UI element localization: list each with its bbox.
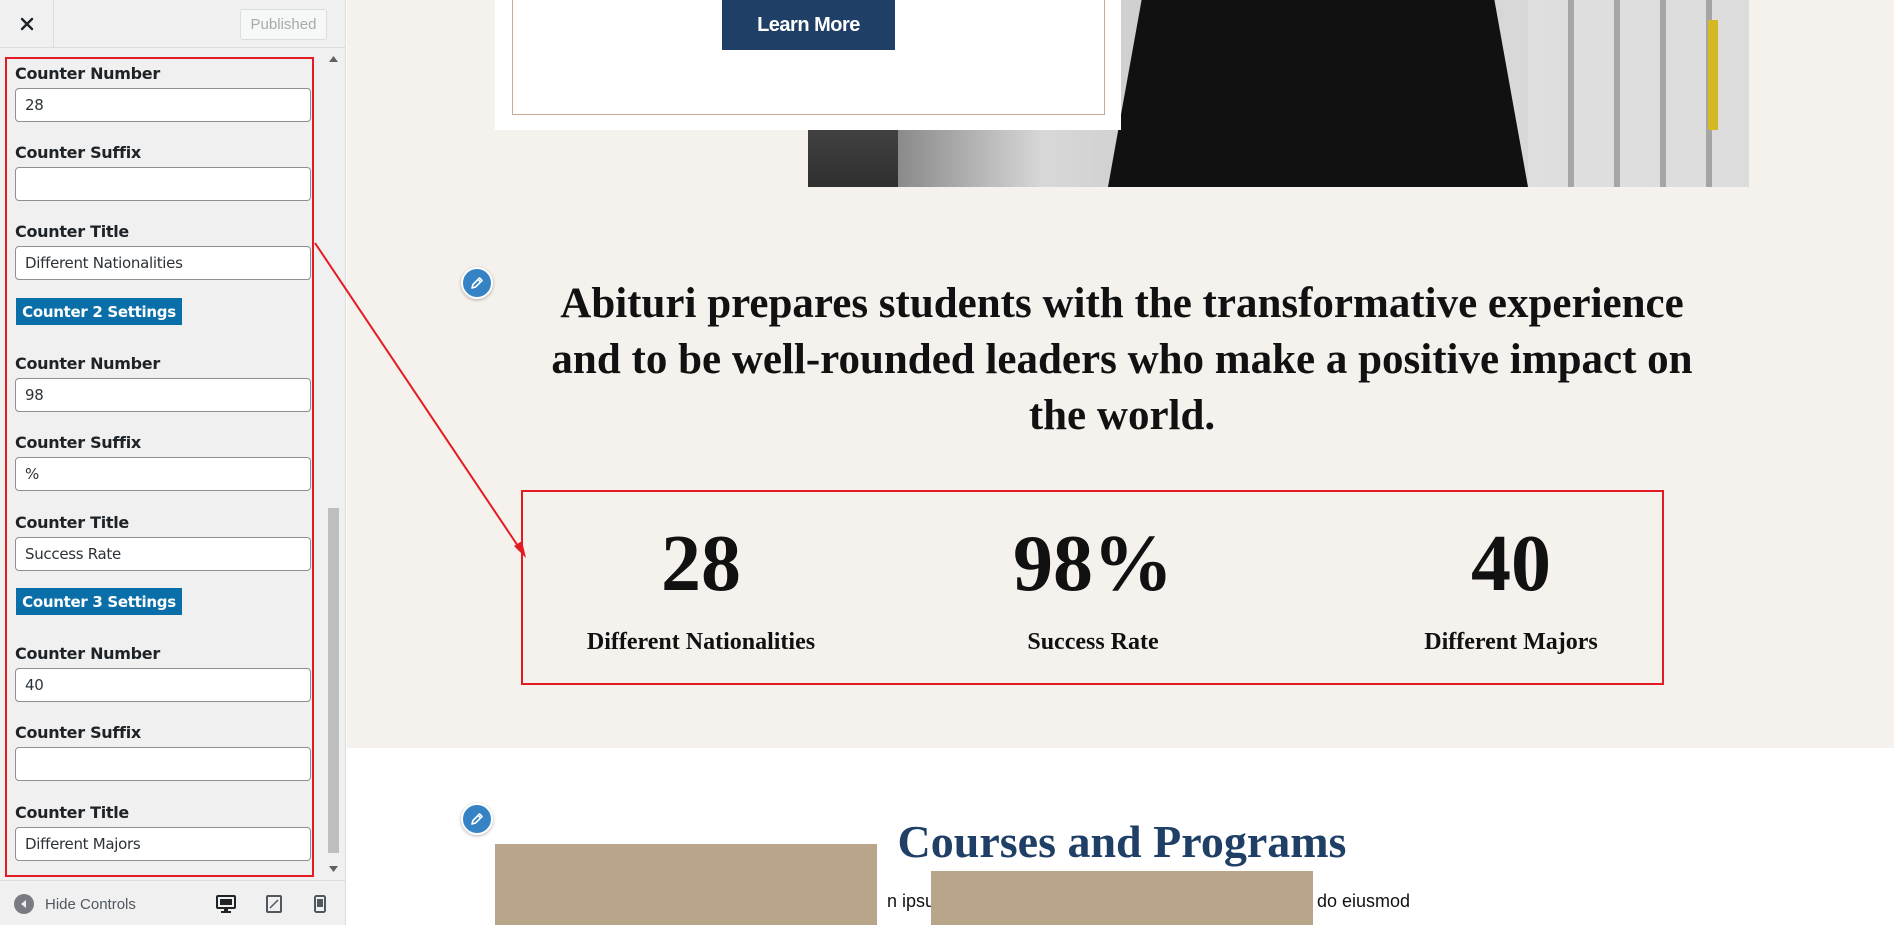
field-label: Counter Title	[15, 803, 129, 822]
courses-intro-text-right: do eiusmod	[1317, 891, 1411, 911]
sidebar-footer: Hide Controls	[0, 880, 345, 925]
counter-2-number-input[interactable]: 98	[15, 378, 311, 412]
field-label: Counter Suffix	[15, 433, 141, 452]
scroll-down-arrow-icon[interactable]	[325, 860, 342, 877]
counter-title: Different Nationalities	[586, 629, 816, 655]
desktop-icon	[216, 895, 236, 913]
collapse-icon	[14, 894, 34, 914]
pencil-icon	[471, 277, 483, 289]
tablet-icon	[266, 895, 282, 913]
field-label: Counter Suffix	[15, 723, 141, 742]
counter-number: 98%	[1013, 520, 1173, 608]
course-image-placeholder	[495, 844, 877, 925]
field-label: Counter Number	[15, 644, 160, 663]
tablet-preview-button[interactable]	[263, 893, 285, 915]
counter-settings-panel: Counter Number 28 Counter Suffix Counter…	[5, 57, 314, 877]
counter-3-settings-button[interactable]: Counter 3 Settings	[16, 588, 182, 615]
edit-shortcut-button[interactable]	[461, 267, 493, 299]
close-icon	[20, 17, 33, 31]
counter-2-suffix-input[interactable]: %	[15, 457, 311, 491]
scroll-up-arrow-icon[interactable]	[325, 50, 342, 67]
hide-controls-button[interactable]: Hide Controls	[14, 893, 136, 915]
desktop-preview-button[interactable]	[215, 893, 237, 915]
counter-item: 28 Different Nationalities	[551, 492, 851, 682]
mobile-preview-button[interactable]	[309, 893, 331, 915]
field-label: Counter Title	[15, 513, 129, 532]
pencil-icon	[471, 813, 483, 825]
sidebar-scrollbar[interactable]	[325, 50, 342, 877]
field-label: Counter Suffix	[15, 143, 141, 162]
mobile-icon	[314, 895, 326, 913]
counter-1-title-input[interactable]: Different Nationalities	[15, 246, 311, 280]
counter-number: 28	[661, 520, 741, 608]
field-label: Counter Number	[15, 354, 160, 373]
customizer-sidebar: Published Counter Number 28 Counter Suff…	[0, 0, 346, 925]
counter-title: Different Majors	[1424, 629, 1598, 655]
published-button[interactable]: Published	[240, 9, 327, 40]
counter-2-settings-button[interactable]: Counter 2 Settings	[16, 298, 182, 325]
counter-3-title-input[interactable]: Different Majors	[15, 827, 311, 861]
field-label: Counter Number	[15, 64, 160, 83]
scrollbar-thumb[interactable]	[328, 508, 339, 853]
edit-shortcut-button[interactable]	[461, 803, 493, 835]
counter-2-title-input[interactable]: Success Rate	[15, 537, 311, 571]
counter-1-suffix-input[interactable]	[15, 167, 311, 201]
close-button[interactable]	[0, 0, 54, 48]
site-preview: Learn More Abituri prepares students wit…	[347, 0, 1894, 925]
counter-3-suffix-input[interactable]	[15, 747, 311, 781]
counter-number: 40	[1471, 520, 1551, 608]
yellow-pillar	[1708, 20, 1718, 130]
counter-title: Success Rate	[1027, 629, 1159, 655]
graduation-gown	[1108, 0, 1528, 187]
counter-item: 40 Different Majors	[1361, 492, 1661, 682]
field-label: Counter Title	[15, 222, 129, 241]
learn-more-button[interactable]: Learn More	[722, 0, 895, 50]
course-image-placeholder	[931, 871, 1313, 925]
hide-controls-label: Hide Controls	[45, 895, 136, 913]
counter-3-number-input[interactable]: 40	[15, 668, 311, 702]
sidebar-header: Published	[0, 0, 345, 48]
counter-item: 98% Success Rate	[943, 492, 1243, 682]
about-headline: Abituri prepares students with the trans…	[551, 280, 1693, 439]
counters-row: 28 Different Nationalities 98% Success R…	[521, 490, 1664, 685]
counter-1-number-input[interactable]: 28	[15, 88, 311, 122]
